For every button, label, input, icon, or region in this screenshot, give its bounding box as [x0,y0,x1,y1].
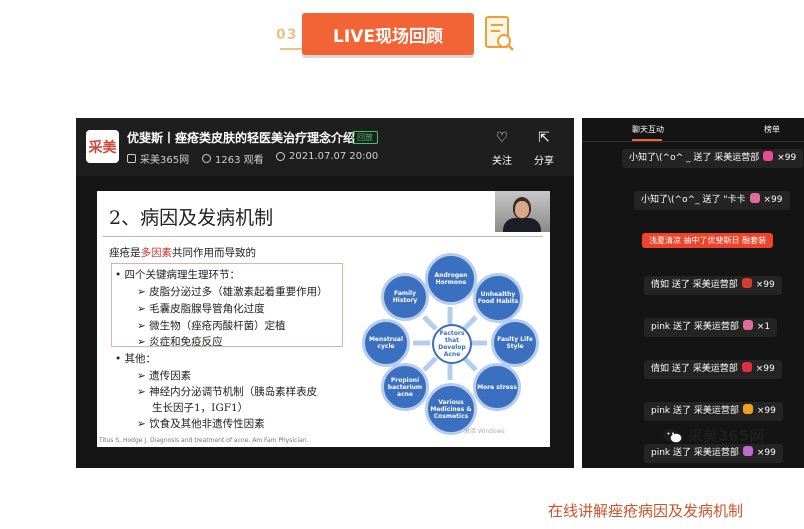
chat-message: 倩如 送了 采美运营部 ×99 [644,276,782,295]
chat-message: 小知了\(^o^_ 送了 "卡卡 ×99 [634,191,790,210]
diagram-node: Unhealthy Food Habits [473,273,523,323]
gift-icon [741,278,752,288]
heart-plus-icon: ♡ [495,130,509,146]
diagram-node: Menstrual cycle [362,319,410,367]
follow-button[interactable]: ♡ 关注 [482,130,522,167]
diagram-node: Androgen Hormone [425,253,477,305]
list-item: ➢ 饮食及其他非遗传性因素 [137,418,265,430]
viewers-icon [202,154,211,163]
wechat-account: 采美365网 [688,427,765,445]
chat-message: pink 送了 采美运营部 ×99 [644,402,783,421]
gift-icon [742,320,753,330]
list-item: ➢ 炎症和免疫反应 [137,336,223,348]
gift-icon [741,362,752,372]
chat-tabs: 聊天互动 榜单 [582,118,804,142]
diagram-node: Family History [381,273,429,321]
diagram-node: Faulty Life Style [491,319,539,367]
image-caption: 在线讲解痤疮病因及发病机制 [548,502,744,520]
tab-chat[interactable]: 聊天互动 [632,124,664,135]
stream-title: 优斐斯丨痤疮类皮肤的轻医美治疗理念介绍 [127,131,356,145]
section-number: 03 [276,27,298,43]
gift-icon [749,193,760,203]
presentation-slide: 2、病因及发病机制 痤疮是多因素共同作用而导致的 • 四个关键病理生理环节： ➢… [97,191,550,447]
share-icon: ⇱ [538,130,550,146]
gift-icon [742,446,753,456]
channel-meta: 采美365网 [127,151,189,166]
bullet-others: • 其他： [115,353,157,365]
chat-message: 小知了\(^o^ _ 送了 采美运营部 ×99 [622,149,804,168]
replay-badge: 回放 [352,131,378,144]
follow-label: 关注 [492,156,512,167]
stream-datetime: 2021.07.07 20:00 [289,151,379,162]
list-item: ➢ 皮脂分泌过多（雄激素起着重要作用） [137,286,328,298]
video-player[interactable]: 采美 优斐斯丨痤疮类皮肤的轻医美治疗理念介绍 回放 采美365网 1263 观看… [76,118,574,468]
presenter-camera [495,191,550,232]
slide-intro: 痤疮是多因素共同作用而导致的 [109,247,256,259]
date-meta: 2021.07.07 20:00 [276,151,378,162]
chat-message: 倩如 送了 采美运营部 ×99 [644,360,782,379]
section-underline [280,48,302,50]
player-topbar: 采美 优斐斯丨痤疮类皮肤的轻医美治疗理念介绍 回放 采美365网 1263 观看… [76,118,574,176]
list-item: ➢ 毛囊皮脂腺导管角化过度 [137,303,265,315]
channel-logo[interactable]: 采美 [86,130,119,163]
bullet-key-factors: • 四个关键病理生理环节： [115,269,241,281]
gift-icon [763,151,774,161]
diagram-center: Factors that Develop Acne [432,324,472,364]
slide-divider [103,236,543,237]
wechat-icon [663,428,683,444]
list-item: 生长因子1，IGF1） [152,402,249,414]
document-search-icon [485,16,514,51]
share-button[interactable]: ⇱ 分享 [524,130,564,167]
lottery-banner: 浅夏清凉 抽中了优斐斯日 融套装 [642,233,774,248]
active-tab-indicator [632,139,662,141]
list-item: ➢ 微生物（痤疮丙酸杆菌）定植 [137,320,286,332]
play-icon [127,154,136,163]
diagram-node: Propioni bacterium acne [381,363,429,411]
list-item: ➢ 神经内分泌调节机制（胰岛素样表皮 [137,386,318,398]
slide-citation: Titus S, Hodge J. Diagnosis and treatmen… [99,437,309,444]
slide-title: 2、病因及发病机制 [109,207,274,229]
views-count: 1263 观看 [215,155,264,166]
chat-message: pink 送了 采美运营部 ×1 [644,318,778,337]
gift-icon [742,404,753,414]
list-item: ➢ 遗传因素 [137,370,192,382]
chat-message: pink 送了 采美运营部 ×99 [644,444,783,463]
windows-watermark: 激活 Windows [464,428,505,435]
clock-icon [276,152,285,161]
diagram-node: More stress [473,363,521,411]
wechat-watermark: 采美365网 [663,425,764,446]
chat-panel: 聊天互动 榜单 小知了\(^o^ _ 送了 采美运营部 ×99 小知了\(^o^_… [582,118,804,468]
channel-name: 采美365网 [140,155,190,166]
section-title: LIVE现场回顾 [302,13,474,55]
views-meta: 1263 观看 [202,151,264,166]
tab-ranking[interactable]: 榜单 [764,124,780,135]
share-label: 分享 [534,156,554,167]
